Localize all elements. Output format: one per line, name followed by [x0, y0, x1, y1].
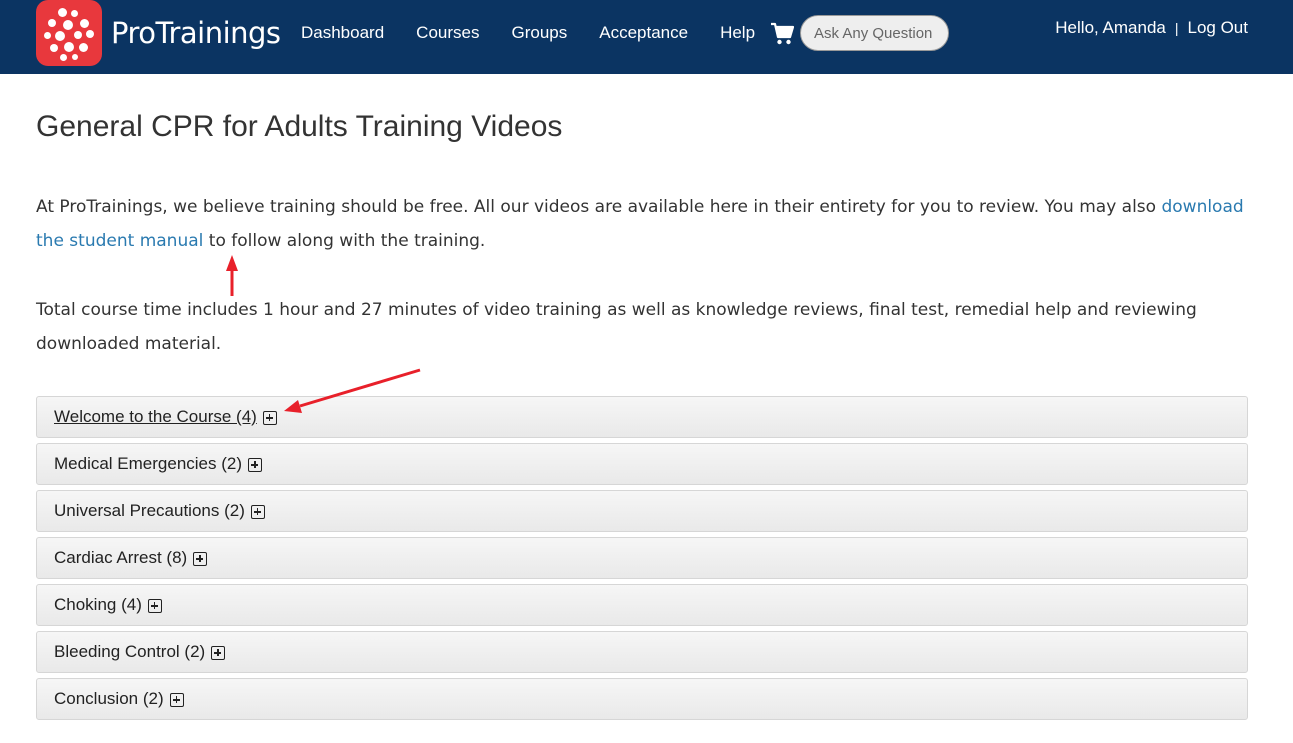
section-cardiac-arrest[interactable]: Cardiac Arrest (8)	[36, 537, 1248, 579]
shopping-cart-icon[interactable]	[770, 20, 794, 46]
course-time-paragraph: Total course time includes 1 hour and 27…	[36, 300, 1197, 354]
page-title: General CPR for Adults Training Videos	[36, 110, 563, 143]
arrow-to-manual-link-icon	[226, 255, 238, 296]
nav-courses[interactable]: Courses	[400, 21, 495, 45]
brand-logo-link[interactable]: ProTrainings	[36, 0, 281, 66]
intro-text-after: to follow along with the training.	[203, 231, 486, 251]
expand-plus-icon[interactable]	[147, 599, 162, 613]
main-nav: Dashboard Courses Groups Acceptance Help	[285, 21, 771, 45]
section-universal-precautions[interactable]: Universal Precautions (2)	[36, 490, 1248, 532]
section-medical-emergencies[interactable]: Medical Emergencies (2)	[36, 443, 1248, 485]
user-area: Hello, Amanda | Log Out	[1055, 18, 1248, 38]
nav-dashboard[interactable]: Dashboard	[285, 21, 400, 45]
expand-plus-icon[interactable]	[169, 693, 184, 707]
intro-text-before: At ProTrainings, we believe training sho…	[36, 197, 1162, 217]
section-label: Conclusion (2)	[54, 689, 164, 708]
expand-plus-icon[interactable]	[248, 458, 263, 472]
section-label: Cardiac Arrest (8)	[54, 548, 188, 567]
section-label: Bleeding Control (2)	[54, 642, 206, 661]
ask-question-input[interactable]	[800, 15, 949, 51]
nav-groups[interactable]: Groups	[495, 21, 583, 45]
expand-plus-icon[interactable]	[211, 646, 226, 660]
section-label: Universal Precautions (2)	[54, 501, 245, 520]
section-choking[interactable]: Choking (4)	[36, 584, 1248, 626]
brand-name: ProTrainings	[111, 16, 281, 50]
course-sections-accordion: Welcome to the Course (4) Medical Emerge…	[36, 396, 1248, 725]
intro-paragraph: At ProTrainings, we believe training sho…	[36, 190, 1251, 258]
expand-plus-icon[interactable]	[262, 411, 277, 425]
nav-acceptance[interactable]: Acceptance	[583, 21, 704, 45]
logout-link[interactable]: Log Out	[1188, 18, 1249, 38]
top-navbar: ProTrainings Dashboard Courses Groups Ac…	[0, 0, 1293, 74]
section-conclusion[interactable]: Conclusion (2)	[36, 678, 1248, 720]
expand-plus-icon[interactable]	[193, 552, 208, 566]
section-label: Choking (4)	[54, 595, 142, 614]
user-separator: |	[1174, 20, 1179, 36]
section-welcome[interactable]: Welcome to the Course (4)	[36, 396, 1248, 438]
protrainings-logo-icon	[36, 0, 102, 66]
user-greeting: Hello, Amanda	[1055, 18, 1166, 37]
section-label: Welcome to the Course (4)	[54, 407, 257, 426]
section-label: Medical Emergencies (2)	[54, 454, 243, 473]
nav-help[interactable]: Help	[704, 21, 771, 45]
expand-plus-icon[interactable]	[250, 505, 265, 519]
section-bleeding-control[interactable]: Bleeding Control (2)	[36, 631, 1248, 673]
